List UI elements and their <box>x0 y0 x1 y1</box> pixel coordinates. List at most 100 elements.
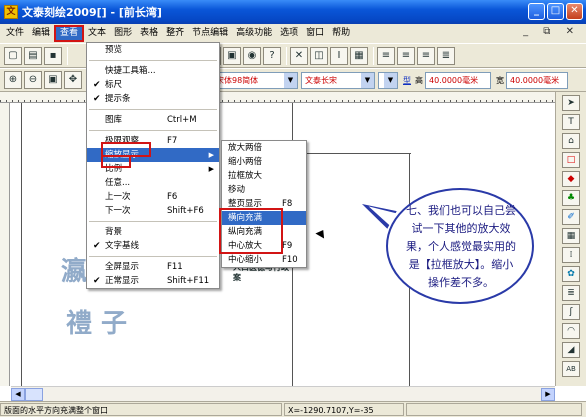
maximize-button[interactable]: □ <box>547 3 564 20</box>
frame-icon[interactable]: ◫ <box>310 46 328 65</box>
tool-palette: ➤ T ⌂ □ ◆ ♣ ✐ ▦ ⁞ ✿ ≣ ʃ ◠ ◢ AB <box>555 92 586 386</box>
menu-options[interactable]: 选项 <box>276 25 302 42</box>
box-icon[interactable]: ▦ <box>350 46 368 65</box>
submenu-fill-vertical[interactable]: 纵向充满 <box>222 225 306 239</box>
submenu-zoom-out-2x[interactable]: 缩小两倍 <box>222 155 306 169</box>
submenu-box-zoom[interactable]: 拉框放大 <box>222 169 306 183</box>
align-right-icon[interactable]: ≡ <box>417 46 435 65</box>
shape-icon[interactable]: ◉ <box>243 46 261 65</box>
new-file-icon[interactable]: ▢ <box>4 46 22 65</box>
text-tool-icon[interactable]: T <box>562 114 580 130</box>
rect-tool-icon[interactable]: □ <box>562 152 580 168</box>
menu-item-tooltip-bar[interactable]: ✔ 提示条 <box>87 92 219 106</box>
menu-item-text-baseline[interactable]: ✔ 文字基线 <box>87 239 219 253</box>
menu-align[interactable]: 整齐 <box>162 25 188 42</box>
menu-item-extreme-view[interactable]: 极限观察 F7 <box>87 134 219 148</box>
menu-text[interactable]: 文本 <box>84 25 110 42</box>
menu-item-zoom-display[interactable]: 缩放显示 ▶ <box>87 148 219 162</box>
hook-tool-icon[interactable]: ʃ <box>562 304 580 320</box>
menu-item-ruler[interactable]: ✔ 标尺 <box>87 78 219 92</box>
submenu-zoom-in-2x[interactable]: 放大两倍 <box>222 141 306 155</box>
menu-file[interactable]: 文件 <box>2 25 28 42</box>
status-extra <box>406 403 582 416</box>
menu-divider <box>89 221 217 222</box>
arc-tool-icon[interactable]: ◠ <box>562 323 580 339</box>
menu-divider <box>89 109 217 110</box>
menu-item-previous[interactable]: 上一次 F6 <box>87 190 219 204</box>
english-font-select[interactable]: 文泰长宋 ▼ <box>301 71 375 89</box>
menu-graphics[interactable]: 图形 <box>110 25 136 42</box>
toolbar-separator <box>373 46 374 65</box>
menu-view[interactable]: 查看 <box>54 25 85 42</box>
pointer-icon[interactable]: ➤ <box>562 95 580 111</box>
color-tool-icon[interactable]: ♣ <box>562 190 580 206</box>
menu-bar: 文件 编辑 查看 文本 图形 表格 整齐 节点编辑 高级功能 选项 窗口 帮助 … <box>0 24 586 43</box>
zoom-submenu: 放大两倍 缩小两倍 拉框放大 移动 整页显示 F8 横向充满 纵向充满 中心放大 F… <box>221 140 307 268</box>
brush-tool-icon[interactable]: ✐ <box>562 209 580 225</box>
width-input[interactable]: 40.0000毫米 <box>506 71 568 89</box>
menu-item-next[interactable]: 下一次 Shift+F6 <box>87 204 219 218</box>
menu-divider <box>89 60 217 61</box>
menu-item-arbitrary[interactable]: 任意... <box>87 176 219 190</box>
submenu-fill-horizontal[interactable]: 横向充满 <box>222 211 306 225</box>
scroll-thumb[interactable] <box>25 388 43 401</box>
menu-node-edit[interactable]: 节点编辑 <box>188 25 232 42</box>
title-bar: 文 文泰刻绘2009[] - [前长湾] _ □ ✕ <box>0 0 586 24</box>
menu-item-scale[interactable]: 比例 ▶ <box>87 162 219 176</box>
submenu-center-zoom-in[interactable]: 中心放大 F9 <box>222 239 306 253</box>
minimize-button[interactable]: _ <box>528 3 545 20</box>
cross-icon[interactable]: ✕ <box>290 46 308 65</box>
style-select[interactable]: ▼ <box>378 71 398 89</box>
toolbar-separator <box>286 46 287 65</box>
save-icon[interactable]: ▪ <box>44 46 62 65</box>
fill-tool-icon[interactable]: ◆ <box>562 171 580 187</box>
horizontal-scrollbar[interactable]: ◀ ▶ <box>11 386 555 401</box>
zoom-in-icon[interactable]: ⊕ <box>4 71 22 89</box>
menu-item-background[interactable]: 背景 <box>87 225 219 239</box>
italic-icon[interactable]: I <box>330 46 348 65</box>
submenu-center-zoom-out[interactable]: 中心缩小 F10 <box>222 253 306 267</box>
submenu-move[interactable]: 移动 <box>222 183 306 197</box>
height-input[interactable]: 40.0000毫米 <box>425 71 491 89</box>
submenu-arrow-icon: ▶ <box>208 165 214 173</box>
font-tool-icon[interactable]: AB <box>562 361 580 377</box>
node-tool-icon[interactable]: ⌂ <box>562 133 580 149</box>
style-label[interactable]: 型 <box>403 75 411 86</box>
check-icon: ✔ <box>93 80 101 90</box>
menu-advanced[interactable]: 高级功能 <box>232 25 276 42</box>
open-file-icon[interactable]: ▤ <box>24 46 42 65</box>
effect-tool-icon[interactable]: ✿ <box>562 266 580 282</box>
menu-help[interactable]: 帮助 <box>328 25 354 42</box>
menu-item-quick-toolbox[interactable]: 快捷工具箱... <box>87 64 219 78</box>
align-justify-icon[interactable]: ≣ <box>437 46 455 65</box>
align-center-icon[interactable]: ≡ <box>397 46 415 65</box>
vertical-ruler[interactable] <box>0 103 10 386</box>
table-tool-icon[interactable]: ▦ <box>562 228 580 244</box>
submenu-fit-page[interactable]: 整页显示 F8 <box>222 197 306 211</box>
pan-icon[interactable]: ✥ <box>64 71 82 89</box>
barcode-tool-icon[interactable]: ≣ <box>562 285 580 301</box>
menu-item-normal-display[interactable]: ✔ 正常显示 Shift+F11 <box>87 274 219 288</box>
app-icon[interactable]: 文 <box>4 5 18 19</box>
knife-tool-icon[interactable]: ◢ <box>562 342 580 358</box>
menu-window[interactable]: 窗口 <box>302 25 328 42</box>
horizontal-ruler[interactable] <box>0 92 555 103</box>
menu-item-library[interactable]: 图库 Ctrl+M <box>87 113 219 127</box>
close-button[interactable]: ✕ <box>566 3 583 20</box>
align-left-icon[interactable]: ≡ <box>377 46 395 65</box>
grid-tool-icon[interactable]: ⁞ <box>562 247 580 263</box>
menu-table[interactable]: 表格 <box>136 25 162 42</box>
menu-item-fullscreen[interactable]: 全屏显示 F11 <box>87 260 219 274</box>
menu-edit[interactable]: 编辑 <box>28 25 54 42</box>
help-icon[interactable]: ? <box>263 46 281 65</box>
scroll-left-icon[interactable]: ◀ <box>11 388 25 401</box>
scroll-right-icon[interactable]: ▶ <box>541 388 555 401</box>
mdi-controls[interactable]: _ ⧉ ✕ <box>523 26 580 37</box>
zoom-box-icon[interactable]: ▣ <box>44 71 62 89</box>
menu-divider <box>89 130 217 131</box>
menu-item-preview[interactable]: 预览 <box>87 43 219 57</box>
calligraphy-text-2[interactable]: 禮 子 <box>66 303 127 340</box>
zoom-out-icon[interactable]: ⊖ <box>24 71 42 89</box>
chinese-font-select[interactable]: 宋体98简体 ▼ <box>212 71 298 89</box>
image-icon[interactable]: ▣ <box>223 46 241 65</box>
